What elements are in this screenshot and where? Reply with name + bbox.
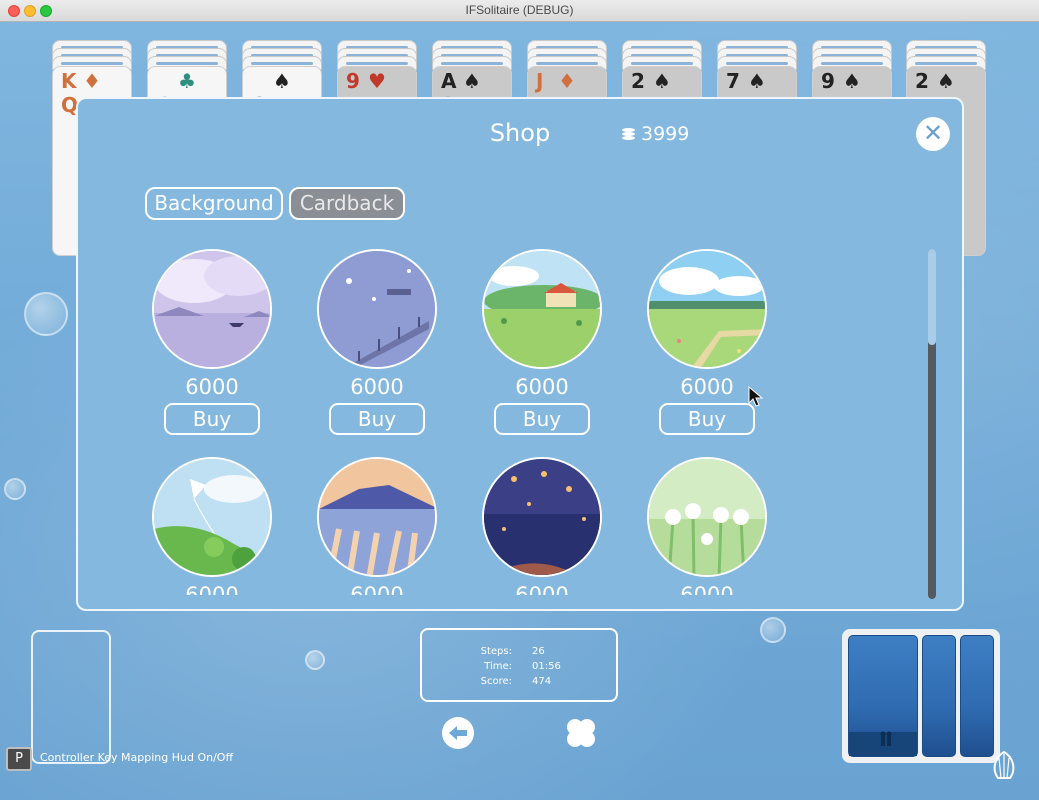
shell-icon xyxy=(990,750,1018,780)
cardback-preview-image[interactable] xyxy=(152,249,272,369)
card-suit-icon: ♠ xyxy=(937,69,955,93)
stock-card xyxy=(848,635,918,757)
score-label: Score: xyxy=(480,676,512,687)
shop-item: 6000Buy xyxy=(147,457,277,595)
stats-panel: Steps: 26 Time: 01:56 Score: 474 xyxy=(420,628,618,702)
tab-background[interactable]: Background xyxy=(145,187,283,220)
shop-title: Shop xyxy=(489,119,551,147)
buy-button[interactable]: Buy xyxy=(494,403,590,435)
clover-icon[interactable] xyxy=(564,716,598,750)
card-suit-icon: ♠ xyxy=(843,69,861,93)
card-rank: J xyxy=(536,69,544,93)
steps-value: 26 xyxy=(532,646,545,657)
shop-item: 6000Buy xyxy=(477,457,607,595)
card-suit-icon: ♣ xyxy=(178,69,196,93)
bubble-decoration xyxy=(760,617,786,643)
cardback-preview-image[interactable] xyxy=(647,457,767,577)
bubble-decoration xyxy=(4,478,26,500)
score-row: Score: 474 xyxy=(422,676,620,690)
bubble-decoration xyxy=(305,650,325,670)
game-area: K♦Q♣Q♠Q9♥A♠8♣J♦2♠7♠9♠2♠ Shop 3999 ✕ Back… xyxy=(0,22,1039,800)
cardback-preview-image[interactable] xyxy=(482,457,602,577)
item-price: 6000 xyxy=(515,375,569,399)
card-suit-icon: ♥ xyxy=(368,69,386,93)
coin-stack-icon xyxy=(622,128,635,140)
coin-balance: 3999 xyxy=(622,123,689,145)
time-row: Time: 01:56 xyxy=(422,661,620,675)
scrollbar[interactable] xyxy=(928,249,936,599)
shop-item-grid: 6000Buy6000Buy6000Buy6000Buy6000Buy6000B… xyxy=(142,247,922,595)
steps-row: Steps: 26 xyxy=(422,646,620,660)
stock-card xyxy=(960,635,994,757)
coin-amount: 3999 xyxy=(641,123,690,145)
shop-dialog: Shop 3999 ✕ Background Cardback 6000 Buy 6… xyxy=(76,97,964,611)
card-suit-icon: ♠ xyxy=(748,69,766,93)
shop-item: 6000 Buy xyxy=(312,249,442,435)
buy-button[interactable]: Buy xyxy=(659,403,755,435)
cardback-preview-image[interactable] xyxy=(152,457,272,577)
cardback-preview-image[interactable] xyxy=(482,249,602,369)
buy-button[interactable]: Buy xyxy=(329,403,425,435)
item-price: 6000 xyxy=(350,583,404,595)
item-price: 6000 xyxy=(185,375,239,399)
card-rank: 9 xyxy=(821,69,835,93)
mouse-cursor-icon xyxy=(748,385,764,412)
buy-button[interactable]: Buy xyxy=(164,403,260,435)
item-price: 6000 xyxy=(515,583,569,595)
cardback-preview-image[interactable] xyxy=(317,457,437,577)
back-arrow-icon[interactable] xyxy=(441,716,475,750)
card-rank: 7 xyxy=(726,69,740,93)
hud-toggle-text: Controller Key Mapping Hud On/Off xyxy=(40,751,234,764)
cardback-preview-image[interactable] xyxy=(647,249,767,369)
time-value: 01:56 xyxy=(532,661,561,672)
item-price: 6000 xyxy=(680,583,734,595)
stock-card xyxy=(922,635,956,757)
shop-item: 6000 Buy xyxy=(477,249,607,435)
item-price: 6000 xyxy=(350,375,404,399)
card-rank: 2 xyxy=(915,69,929,93)
shop-item: 6000 Buy xyxy=(147,249,277,435)
card-rank: A xyxy=(441,69,457,93)
waste-slot[interactable] xyxy=(31,630,111,764)
cardback-preview-image[interactable] xyxy=(317,249,437,369)
stock-pile[interactable] xyxy=(842,629,1000,763)
scrollbar-thumb[interactable] xyxy=(928,249,936,345)
bubble-decoration xyxy=(24,292,68,336)
item-price: 6000 xyxy=(185,583,239,595)
window-titlebar: IFSolitaire (DEBUG) xyxy=(0,0,1039,22)
card-rank: 2 xyxy=(631,69,645,93)
time-label: Time: xyxy=(484,661,512,672)
card-suit-icon: ♠ xyxy=(653,69,671,93)
card-rank: K xyxy=(61,69,77,93)
hud-key-p[interactable]: P xyxy=(6,747,32,771)
score-value: 474 xyxy=(532,676,552,687)
steps-label: Steps: xyxy=(480,646,512,657)
window-title: IFSolitaire (DEBUG) xyxy=(465,3,574,17)
card-suit-icon: ♠ xyxy=(463,69,481,93)
shop-item: 6000Buy xyxy=(312,457,442,595)
close-icon[interactable]: ✕ xyxy=(916,117,950,151)
card-suit-icon: ♦ xyxy=(558,69,576,93)
card-suit-icon: ♦ xyxy=(83,69,101,93)
tab-cardback[interactable]: Cardback xyxy=(289,187,405,220)
card-suit-icon: ♠ xyxy=(273,69,291,93)
card-rank: 9 xyxy=(346,69,360,93)
shop-item: 6000Buy xyxy=(642,457,772,595)
